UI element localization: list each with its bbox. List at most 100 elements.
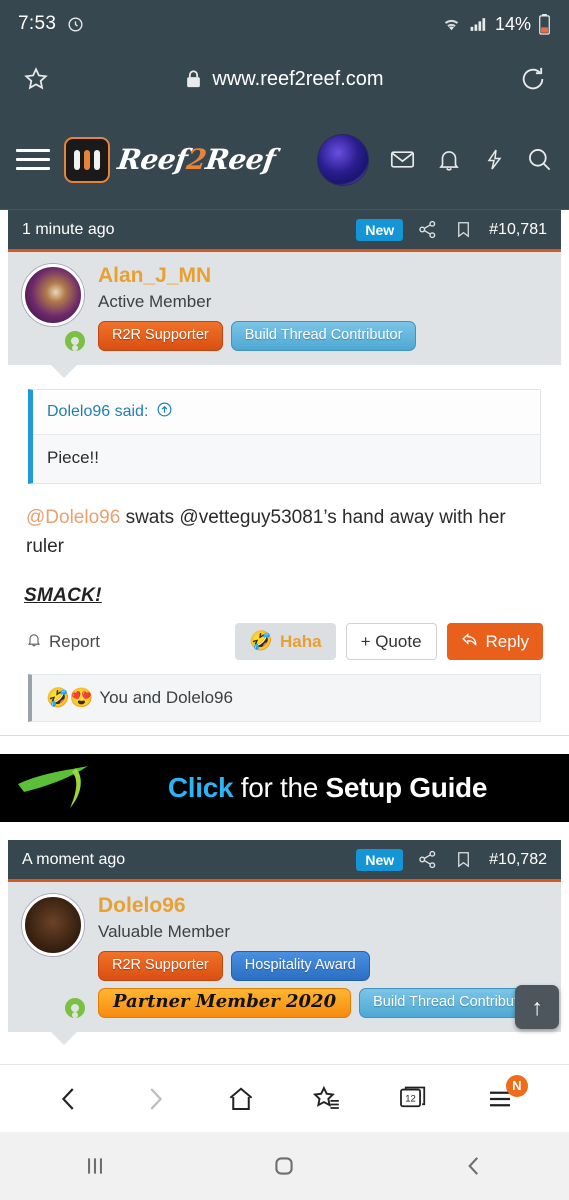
- home-button[interactable]: [254, 1142, 314, 1190]
- svg-text:12: 12: [405, 1093, 416, 1104]
- reply-button[interactable]: Reply: [446, 623, 543, 661]
- home-button[interactable]: [215, 1073, 267, 1125]
- page-content: 1 minute ago New #10,781 Alan_J_MN Activ…: [0, 210, 569, 1046]
- user-badge: Partner Member 2020: [98, 988, 352, 1019]
- online-status-icon: [63, 996, 87, 1021]
- status-badge: New: [356, 848, 404, 871]
- report-label: Report: [49, 631, 101, 651]
- user-badge: Build Thread Contributor: [230, 321, 417, 352]
- site-menu-button[interactable]: [16, 149, 50, 170]
- browser-url-bar[interactable]: www.reef2reef.com: [0, 48, 569, 110]
- post: A moment ago New #10,782 Dolelo96 Valuab…: [0, 840, 569, 1046]
- avatar-image: [22, 264, 84, 326]
- star-outline-icon[interactable]: [22, 65, 50, 93]
- alarm-icon: [66, 15, 85, 34]
- android-status-bar: 7:53 14%: [0, 0, 569, 48]
- avatar[interactable]: [22, 264, 87, 354]
- section-divider: [0, 722, 569, 737]
- post-number[interactable]: #10,781: [489, 221, 547, 239]
- post: 1 minute ago New #10,781 Alan_J_MN Activ…: [0, 210, 569, 723]
- post-user-title: Valuable Member: [98, 922, 230, 942]
- reef2reef-logo-icon[interactable]: [64, 136, 110, 183]
- browser-bottom-toolbar: 12 N: [0, 1064, 569, 1132]
- haha-reaction-button[interactable]: 🤣 Haha: [235, 623, 336, 661]
- haha-label: Haha: [279, 632, 322, 652]
- forward-button: [129, 1073, 181, 1125]
- reload-icon[interactable]: [519, 65, 547, 93]
- mail-icon[interactable]: [389, 146, 416, 173]
- back-button[interactable]: [43, 1073, 95, 1125]
- reply-arrow-icon: [461, 632, 479, 651]
- ad-word-setupguide: Setup Guide: [325, 772, 488, 804]
- menu-line: [16, 149, 50, 152]
- site-header: Reef2Reef: [0, 110, 569, 210]
- tabs-button[interactable]: 12: [388, 1073, 440, 1125]
- share-icon[interactable]: [417, 219, 438, 240]
- menu-line: [16, 158, 50, 161]
- jump-to-post-icon[interactable]: [156, 401, 173, 423]
- share-icon[interactable]: [417, 849, 438, 870]
- report-button[interactable]: Report: [26, 631, 225, 653]
- post-user-strip: Alan_J_MN Active Member R2R Supporter Bu…: [8, 252, 561, 379]
- post-user-title: Active Member: [98, 292, 212, 312]
- reaction-text: You and Dolelo96: [99, 688, 233, 708]
- avatar[interactable]: [22, 894, 87, 1021]
- post-user-meta: Alan_J_MN Active Member R2R Supporter Bu…: [98, 264, 547, 352]
- avatar-image: [22, 894, 84, 957]
- logo-word-3: Reef: [203, 143, 278, 176]
- recents-button[interactable]: [65, 1142, 125, 1190]
- post-username[interactable]: Alan_J_MN: [98, 264, 547, 288]
- post-card: A moment ago New #10,782 Dolelo96 Valuab…: [8, 840, 561, 1046]
- android-nav-bar: [0, 1132, 569, 1200]
- ad-banner[interactable]: Click for the Setup Guide: [0, 754, 569, 823]
- ad-banner-text: Click for the Setup Guide: [100, 772, 555, 804]
- bell-icon: [26, 631, 42, 653]
- post-user-meta: Dolelo96 Valuable Member R2R Supporter H…: [98, 894, 547, 1019]
- post-header: A moment ago New #10,782: [8, 840, 561, 883]
- blockquote-header[interactable]: Dolelo96 said:: [33, 390, 540, 436]
- bookmark-icon[interactable]: [454, 219, 473, 240]
- post-reactions[interactable]: 🤣😍 You and Dolelo96: [28, 674, 541, 723]
- online-status-icon: [63, 329, 87, 354]
- post-timestamp: A moment ago: [22, 850, 126, 868]
- reaction-emojis: 🤣😍: [46, 687, 94, 709]
- bookmarks-button[interactable]: [302, 1073, 354, 1125]
- post-username[interactable]: Dolelo96: [98, 894, 547, 918]
- url-text[interactable]: www.reef2reef.com: [212, 68, 383, 91]
- reply-label: Reply: [485, 632, 529, 652]
- status-clock: 7:53: [18, 13, 57, 34]
- scroll-to-top-button[interactable]: ↑: [515, 985, 559, 1029]
- post-header: 1 minute ago New #10,781: [8, 210, 561, 252]
- user-mention[interactable]: @Dolelo96: [26, 507, 120, 528]
- header-actions: [317, 133, 553, 186]
- status-right-group: 14%: [441, 13, 551, 35]
- menu-notification-badge: N: [505, 1074, 528, 1097]
- bell-icon[interactable]: [436, 146, 462, 173]
- quote-button[interactable]: + Quote: [345, 623, 437, 661]
- menu-line: [16, 167, 50, 170]
- user-badge-list: R2R Supporter Hospitality Award Partner …: [98, 951, 547, 1019]
- user-badge: R2R Supporter: [98, 321, 223, 352]
- post-user-strip: Dolelo96 Valuable Member R2R Supporter H…: [8, 882, 561, 1046]
- user-badge-list: R2R Supporter Build Thread Contributor: [98, 321, 547, 352]
- logo-word-1: Reef: [115, 143, 190, 176]
- avatar[interactable]: [317, 133, 369, 186]
- bookmark-icon[interactable]: [454, 849, 473, 870]
- post-number[interactable]: #10,782: [489, 851, 547, 869]
- ad-logo-icon: [14, 762, 100, 814]
- lightning-icon[interactable]: [482, 146, 506, 173]
- lock-icon: [185, 69, 202, 89]
- browser-menu-button[interactable]: N: [474, 1073, 528, 1125]
- blockquote-author: Dolelo96 said:: [47, 403, 149, 421]
- user-badge: R2R Supporter: [98, 951, 223, 982]
- post-message: @Dolelo96 swats @vetteguy53081’s hand aw…: [24, 500, 545, 561]
- wifi-icon: [441, 15, 462, 34]
- post-card: 1 minute ago New #10,781 Alan_J_MN Activ…: [8, 210, 561, 723]
- url-display[interactable]: www.reef2reef.com: [50, 68, 519, 91]
- blockquote: Dolelo96 said: Piece!!: [28, 389, 541, 485]
- blockquote-body: Piece!!: [47, 448, 99, 468]
- battery-percent: 14%: [494, 13, 531, 34]
- search-icon[interactable]: [526, 146, 553, 173]
- back-button[interactable]: [444, 1142, 504, 1190]
- reef2reef-wordmark[interactable]: Reef2Reef: [116, 143, 278, 176]
